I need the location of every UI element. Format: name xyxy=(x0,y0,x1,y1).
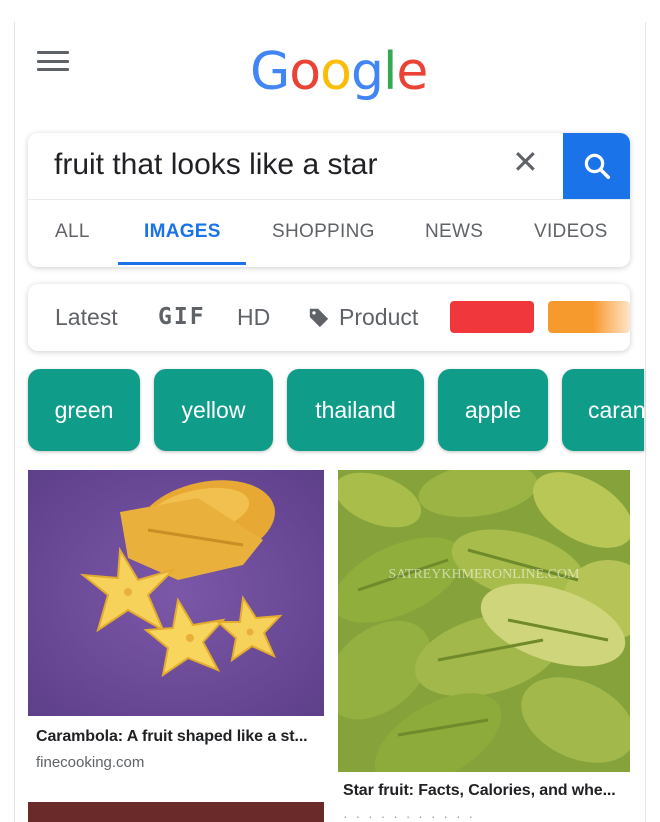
filter-latest[interactable]: Latest xyxy=(55,304,118,331)
chip-green[interactable]: green xyxy=(28,369,140,451)
filter-hd[interactable]: HD xyxy=(237,304,270,331)
result-image-partial[interactable] xyxy=(28,802,324,822)
logo-letter: e xyxy=(396,42,428,102)
filter-gif[interactable]: GIF xyxy=(158,304,206,330)
logo-letter: g xyxy=(350,42,384,102)
search-input[interactable]: fruit that looks like a star xyxy=(54,148,377,182)
result-source-partial: · · · · · · · · · · · xyxy=(343,808,476,822)
filter-bar: Latest GIF HD Product xyxy=(28,284,630,351)
chip-yellow[interactable]: yellow xyxy=(154,369,273,451)
hamburger-menu-icon[interactable] xyxy=(37,45,69,77)
result-title[interactable]: Star fruit: Facts, Calories, and whe... xyxy=(343,782,616,800)
result-source[interactable]: finecooking.com xyxy=(36,754,144,771)
result-title[interactable]: Carambola: A fruit shaped like a st... xyxy=(36,728,308,746)
clear-icon[interactable]: ✕ xyxy=(512,146,539,178)
tab-all[interactable]: ALL xyxy=(55,221,90,243)
tab-shopping[interactable]: SHOPPING xyxy=(272,221,375,243)
watermark: SATREYKHMERONLINE.COM xyxy=(389,567,581,582)
tag-icon xyxy=(309,308,329,328)
result-image-carambola[interactable] xyxy=(28,470,324,716)
color-swatch-red[interactable] xyxy=(450,301,534,333)
color-swatch-orange[interactable] xyxy=(548,301,630,333)
search-tabs: ALL IMAGES SHOPPING NEWS VIDEOS xyxy=(28,199,630,267)
google-logo[interactable]: Google xyxy=(250,46,428,98)
chip-thailand[interactable]: thailand xyxy=(287,369,424,451)
logo-letter: o xyxy=(320,42,352,102)
result-image-star-fruit[interactable]: SATREYKHMERONLINE.COM xyxy=(338,470,630,772)
active-tab-indicator xyxy=(118,262,246,265)
filter-product[interactable]: Product xyxy=(339,304,418,331)
search-card: fruit that looks like a star ✕ ALL IMAGE… xyxy=(28,133,630,267)
tab-images[interactable]: IMAGES xyxy=(144,221,221,243)
logo-letter: l xyxy=(382,42,397,102)
tab-videos[interactable]: VIDEOS xyxy=(534,221,608,243)
chip-apple[interactable]: apple xyxy=(438,369,548,451)
search-icon xyxy=(584,153,610,179)
starfruit-pile-photo: SATREYKHMERONLINE.COM xyxy=(338,470,630,772)
tab-news[interactable]: NEWS xyxy=(425,221,483,243)
logo-letter: G xyxy=(250,42,290,102)
logo-letter: o xyxy=(289,42,321,102)
starfruit-photo xyxy=(28,470,324,716)
search-button[interactable] xyxy=(563,133,630,199)
chip-caran[interactable]: caran xyxy=(562,369,644,451)
search-bar: fruit that looks like a star ✕ xyxy=(28,133,630,200)
